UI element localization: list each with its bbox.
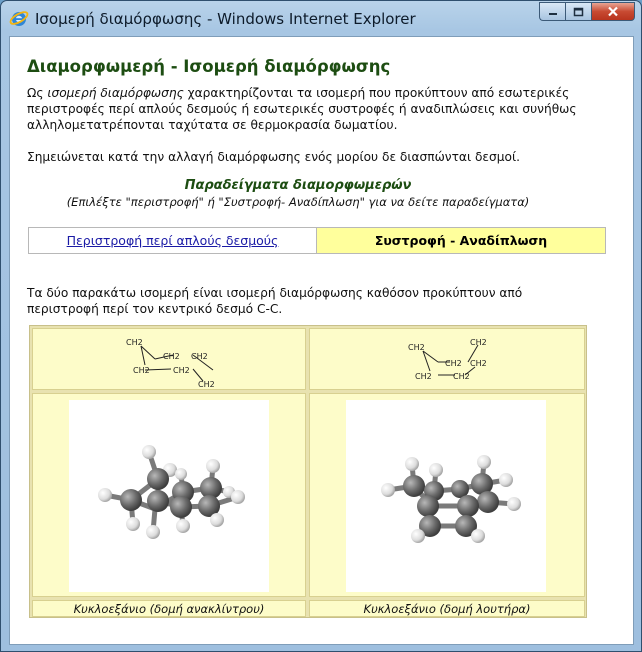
example-tabs: Περιστροφή περί απλούς δεσμούς Συστροφή … — [28, 227, 606, 254]
minimize-button[interactable] — [539, 2, 565, 21]
formula-atom: CH2 — [191, 352, 208, 361]
formula-atom: CH2 — [453, 372, 470, 381]
internet-explorer-icon — [9, 11, 29, 26]
tab-twist-fold[interactable]: Συστροφή - Αναδίπλωση — [317, 228, 605, 253]
window-title: Ισομερή διαμόρφωσης - Windows Internet E… — [35, 10, 416, 28]
maximize-icon — [573, 7, 584, 16]
formula-atom: CH2 — [445, 359, 462, 368]
boat-caption: Κυκλοεξάνιο (δομή λουτήρα) — [363, 602, 531, 616]
formula-atom: CH2 — [163, 352, 180, 361]
formula-atom: CH2 — [126, 338, 143, 347]
browser-window: Ισομερή διαμόρφωσης - Windows Internet E… — [0, 0, 642, 652]
chair-caption-cell: Κυκλοεξάνιο (δομή ανακλίντρου) — [32, 600, 306, 617]
boat-model-cell — [309, 393, 585, 597]
title-bar[interactable]: Ισομερή διαμόρφωσης - Windows Internet E… — [1, 1, 641, 35]
formula-atom: CH2 — [470, 359, 487, 368]
minimize-icon — [548, 12, 557, 15]
formula-atom: CH2 — [133, 366, 150, 375]
formula-atom: CH2 — [198, 380, 215, 389]
tab-rotation[interactable]: Περιστροφή περί απλούς δεσμούς — [29, 228, 317, 253]
chair-caption: Κυκλοεξάνιο (δομή ανακλίντρου) — [73, 602, 265, 616]
page-heading: Διαμορφωμερή - Ισομερή διαμόρφωσης — [27, 57, 391, 76]
description-paragraph: Τα δύο παρακάτω ισομερή είναι ισομερή δι… — [27, 286, 523, 316]
intro-prefix: Ως — [27, 86, 48, 100]
formula-atom: CH2 — [408, 343, 425, 352]
note-paragraph: Σημειώνεται κατά την αλλαγή διαμόρφωσης … — [27, 150, 520, 164]
chair-model-cell — [32, 393, 306, 597]
formula-atom: CH2 — [173, 366, 190, 375]
close-button[interactable] — [591, 2, 635, 21]
structures-table: CH2 CH2 CH2 CH2 CH2 CH2 CH2 CH2 CH2 CH2 … — [29, 325, 587, 618]
chair-formula-cell: CH2 CH2 CH2 CH2 CH2 CH2 — [32, 328, 306, 390]
maximize-button[interactable] — [565, 2, 591, 21]
boat-3d-model — [381, 455, 521, 543]
boat-caption-cell: Κυκλοεξάνιο (δομή λουτήρα) — [309, 600, 585, 617]
chair-3d-model — [98, 445, 245, 539]
page-content: Διαμορφωμερή - Ισομερή διαμόρφωσης Ως ισ… — [9, 36, 634, 645]
formula-atom: CH2 — [470, 338, 487, 347]
examples-subtitle: (Επιλέξτε "περιστροφή" ή "Συστροφή- Αναδ… — [66, 195, 530, 209]
window-controls — [539, 2, 635, 22]
chair-structural-formula: CH2 CH2 CH2 CH2 CH2 CH2 — [126, 338, 215, 389]
intro-emphasis: ισομερή διαμόρφωσης — [47, 86, 184, 100]
boat-structural-formula: CH2 CH2 CH2 CH2 CH2 CH2 — [408, 338, 487, 381]
boat-formula-cell: CH2 CH2 CH2 CH2 CH2 CH2 — [309, 328, 585, 390]
examples-title: Παραδείγματα διαμορφωμερών — [184, 178, 412, 193]
formula-atom: CH2 — [415, 372, 432, 381]
close-icon — [608, 6, 618, 17]
intro-paragraph: Ως ισομερή διαμόρφωσης χαρακτηρίζονται τ… — [27, 85, 587, 133]
